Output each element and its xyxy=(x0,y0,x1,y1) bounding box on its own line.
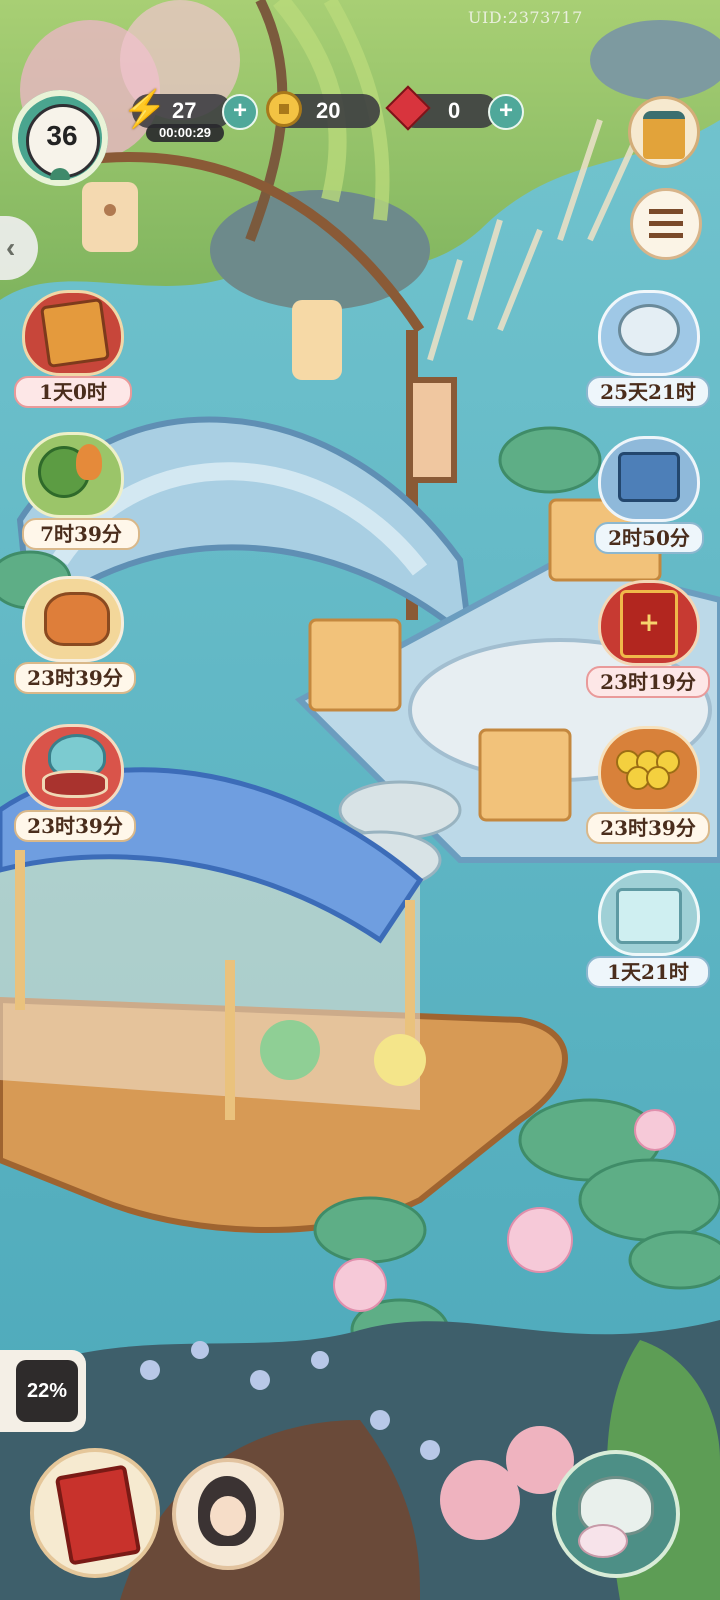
list-menu-icon xyxy=(649,209,683,239)
coin-counter: 20 xyxy=(266,91,380,128)
tea-shop-button[interactable] xyxy=(552,1450,680,1578)
coin-value: 20 xyxy=(316,98,341,123)
player-level-badge[interactable]: 36 xyxy=(12,90,108,186)
cabbage-vegetable-event-button[interactable]: 7时39分 xyxy=(14,432,140,550)
carrot-icon xyxy=(76,444,102,480)
gem-add-button[interactable]: + xyxy=(488,94,524,130)
golden-pavilion-icon xyxy=(643,111,685,159)
recipe-book-button[interactable] xyxy=(30,1448,160,1578)
event-timer: 1天0时 xyxy=(14,376,132,408)
event-timer: 23时39分 xyxy=(14,662,136,694)
ice-cat-gift-icon xyxy=(616,888,682,944)
red-book-icon xyxy=(54,1464,142,1566)
player-uid: UID:2373717 xyxy=(468,8,583,27)
ice-cat-gift-event-button[interactable]: 1天21时 xyxy=(586,870,710,988)
event-timer: 23时39分 xyxy=(14,810,136,842)
event-timer: 2时50分 xyxy=(594,522,704,554)
fox-icon xyxy=(44,592,110,646)
event-timer: 7时39分 xyxy=(22,518,140,550)
bunny-icon xyxy=(578,1524,628,1558)
gem-value: 0 xyxy=(448,98,461,123)
drum-icon xyxy=(42,770,108,798)
treasure-shop-button[interactable] xyxy=(628,96,700,168)
coin-icon xyxy=(266,91,302,127)
plus-one-tablet-icon: + xyxy=(620,590,678,658)
gold-coins-icon xyxy=(616,750,680,790)
event-timer: 23时19分 xyxy=(586,666,710,698)
scroll-book-icon xyxy=(39,297,111,369)
progress-percent: 22% xyxy=(26,1380,68,1402)
energy-value: 27 xyxy=(172,98,197,123)
energy-refill-timer: 00:00:29 xyxy=(146,124,224,142)
cat-drum-event-button[interactable]: 23时39分 xyxy=(14,724,136,842)
fox-event-button[interactable]: 23时39分 xyxy=(14,576,136,694)
energy-counter: ⚡ 27 xyxy=(122,88,232,129)
autumn-scroll-event-button[interactable]: 1天0时 xyxy=(14,290,132,408)
completion-progress-badge[interactable]: 22% xyxy=(0,1350,86,1432)
event-timer: 25天21时 xyxy=(586,376,710,408)
blue-gift-event-button[interactable]: 2时50分 xyxy=(590,436,704,554)
coin-stack-event-button[interactable]: 23时39分 xyxy=(586,726,710,844)
blue-gift-box-icon xyxy=(618,452,680,502)
event-timer: 1天21时 xyxy=(586,956,710,988)
chevron-left-icon: ‹ xyxy=(6,232,16,263)
cat-cloud-event-button[interactable]: 25天21时 xyxy=(586,290,710,408)
gem-counter: 0 xyxy=(385,85,498,131)
energy-add-button[interactable]: + xyxy=(222,94,258,130)
menu-button[interactable] xyxy=(630,188,702,260)
cloud-cat-icon xyxy=(618,304,680,356)
level-number: 36 xyxy=(46,120,78,151)
character-portrait-button[interactable] xyxy=(172,1458,284,1570)
plus-one-event-button[interactable]: + 23时19分 xyxy=(586,580,710,698)
event-timer: 23时39分 xyxy=(586,812,710,844)
